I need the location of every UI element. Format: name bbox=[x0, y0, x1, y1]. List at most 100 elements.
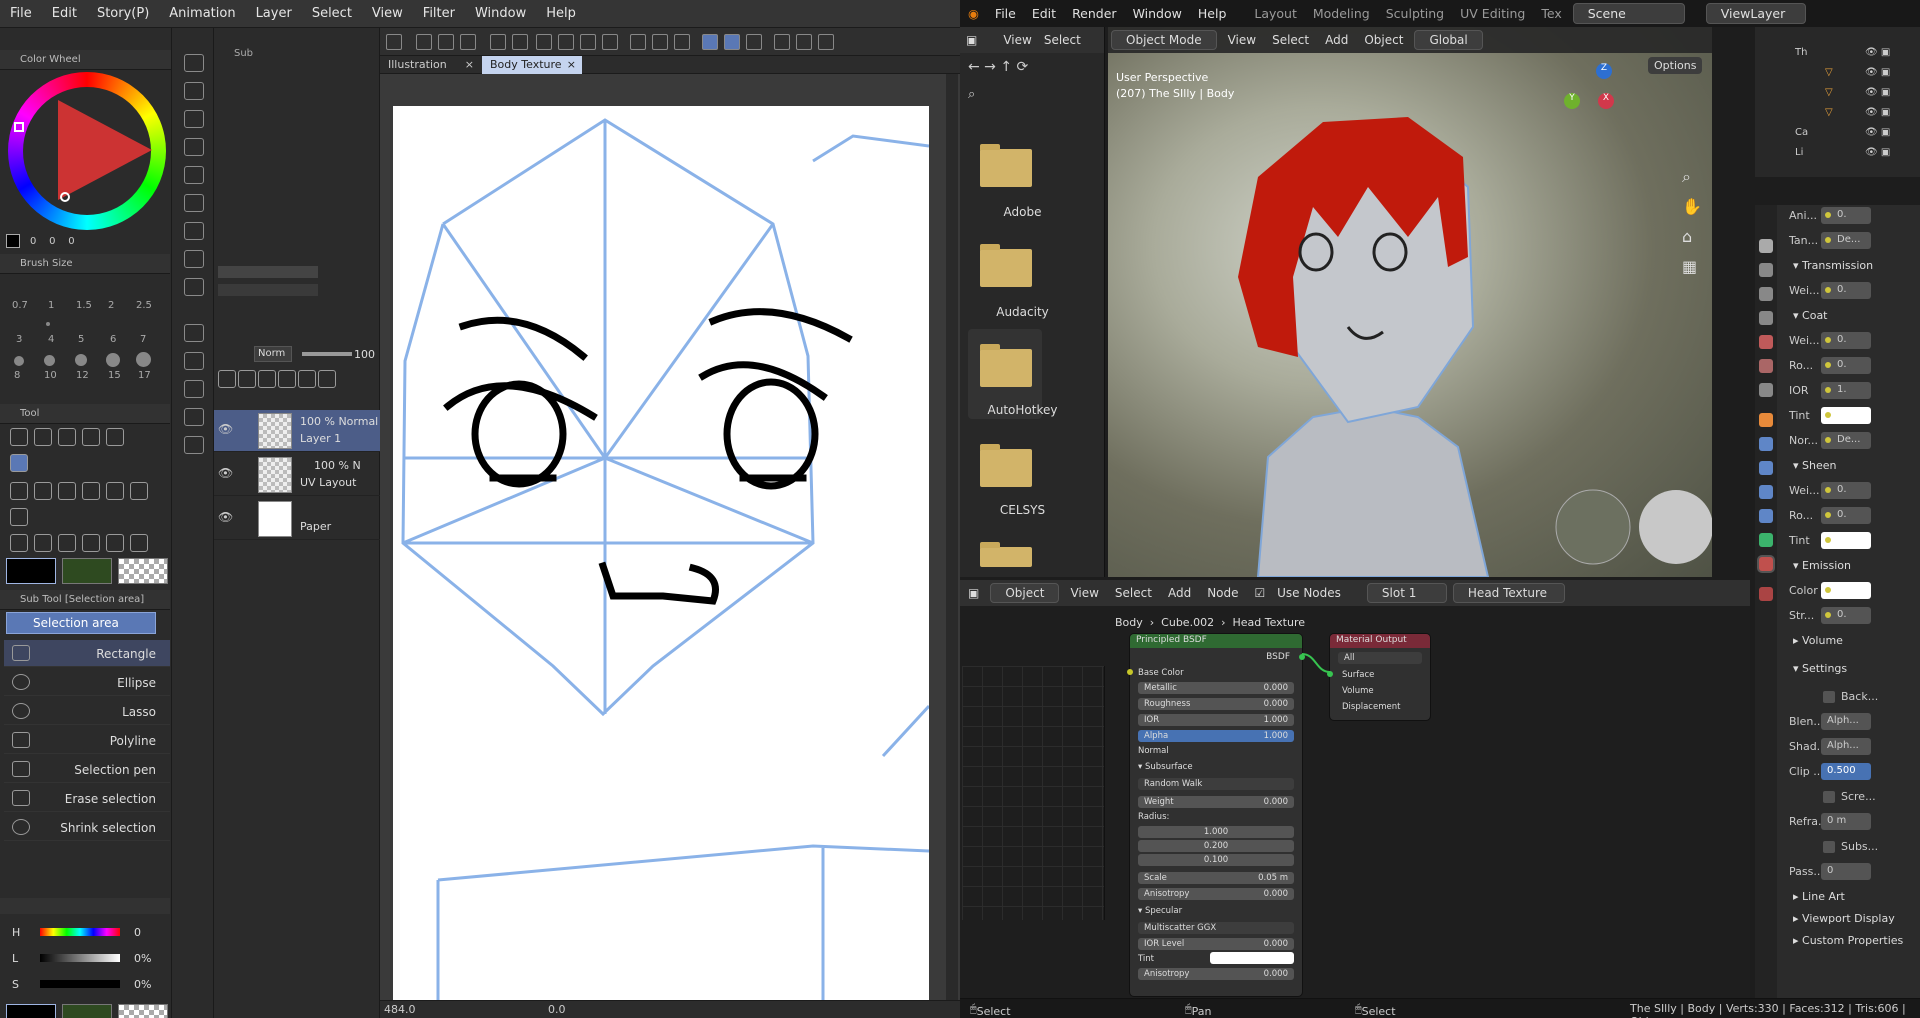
output-target-select[interactable]: All bbox=[1338, 652, 1422, 664]
settings-row[interactable]: Shad... Alph... bbox=[1781, 736, 1920, 758]
modifier-tab-icon[interactable] bbox=[1759, 437, 1773, 451]
workspace-uv-editing[interactable]: UV Editing bbox=[1452, 6, 1533, 21]
outliner-row[interactable]: Li 👁 ▣ bbox=[1755, 147, 1920, 165]
eye-icon[interactable]: 👁 bbox=[218, 466, 233, 480]
panel-transmission[interactable]: ▾ Transmission bbox=[1781, 259, 1920, 272]
roughness-field[interactable]: Roughness 0.000 bbox=[1138, 698, 1294, 710]
checkbox[interactable] bbox=[1823, 791, 1835, 803]
transform-icon[interactable] bbox=[602, 34, 618, 50]
breadcrumb-material[interactable]: Head Texture bbox=[1232, 616, 1305, 629]
principled-bsdf-node[interactable]: Principled BSDF BSDF Base Color Metallic… bbox=[1127, 634, 1305, 996]
metallic-field[interactable]: Metallic 0.000 bbox=[1138, 682, 1294, 694]
frame-tool-icon[interactable] bbox=[58, 534, 76, 552]
pen-tool-icon[interactable] bbox=[10, 482, 28, 500]
new-folder-icon[interactable] bbox=[258, 370, 276, 388]
world-tab-icon[interactable] bbox=[1759, 359, 1773, 373]
property-row[interactable]: Str... 0. bbox=[1781, 605, 1920, 627]
selection-tool-icon[interactable] bbox=[10, 454, 28, 472]
settings-row[interactable]: Back... bbox=[1781, 686, 1920, 708]
brush-size-dot[interactable] bbox=[14, 356, 24, 366]
property-row[interactable]: Wei... 0. bbox=[1781, 480, 1920, 502]
menu-help[interactable]: Help bbox=[536, 6, 586, 21]
collection-tab-icon[interactable] bbox=[1759, 383, 1773, 397]
hue-cursor[interactable] bbox=[14, 122, 24, 132]
new-vector-icon[interactable] bbox=[238, 370, 256, 388]
brush-size-label[interactable]: 8 bbox=[14, 370, 20, 381]
material-output-node[interactable]: Material Output All Surface Volume Displ… bbox=[1327, 634, 1430, 720]
physics-tab-icon[interactable] bbox=[1759, 485, 1773, 499]
weight-field[interactable]: Weight 0.000 bbox=[1138, 796, 1294, 808]
menu-file[interactable]: File bbox=[0, 6, 42, 21]
alpha-field[interactable]: Alpha 1.000 bbox=[1138, 730, 1294, 742]
material-3d-icon[interactable] bbox=[184, 352, 204, 370]
render-tab-icon[interactable] bbox=[1759, 263, 1773, 277]
settings-row[interactable]: Pass... 0 bbox=[1781, 861, 1920, 883]
camera-icon[interactable] bbox=[184, 408, 204, 426]
open-icon[interactable] bbox=[438, 34, 454, 50]
tab-illustration[interactable]: Illustration × bbox=[380, 56, 480, 74]
subsurface-method-select[interactable]: Random Walk bbox=[1138, 778, 1294, 790]
menu-view[interactable]: View bbox=[362, 6, 413, 21]
decoration-tool-icon[interactable] bbox=[106, 482, 124, 500]
layer-row-uv-layout[interactable]: 👁 100 % N UV Layout bbox=[214, 454, 380, 496]
sub-color-swatch-2[interactable] bbox=[62, 1004, 112, 1018]
editor-type-icon[interactable]: ▣ bbox=[960, 33, 983, 47]
checkbox[interactable] bbox=[1823, 841, 1835, 853]
brush-size-label[interactable]: 6 bbox=[110, 334, 116, 345]
folder-icon[interactable] bbox=[980, 344, 1032, 387]
folder-icon[interactable] bbox=[980, 444, 1032, 487]
eye-icon[interactable]: 👁 bbox=[218, 510, 233, 524]
mask-icon[interactable] bbox=[298, 370, 316, 388]
radius-y-field[interactable]: 0.200 bbox=[1138, 840, 1294, 852]
brush-tool-icon[interactable] bbox=[58, 482, 76, 500]
snap-grid-icon[interactable] bbox=[746, 34, 762, 50]
outliner-row[interactable]: ▽ 👁 ▣ bbox=[1755, 67, 1920, 85]
main-color-swatch[interactable] bbox=[6, 558, 56, 584]
setting-value[interactable]: 0.500 bbox=[1821, 763, 1871, 780]
info-icon[interactable] bbox=[184, 138, 204, 156]
snap-special-ruler-icon[interactable] bbox=[724, 34, 740, 50]
ne-menu-add[interactable]: Add bbox=[1160, 586, 1199, 600]
blender-logo-icon[interactable]: ◉ bbox=[960, 6, 987, 21]
layer-name[interactable]: Layer 1 bbox=[300, 432, 341, 445]
menu-filter[interactable]: Filter bbox=[413, 6, 465, 21]
radius-x-field[interactable]: 1.000 bbox=[1138, 826, 1294, 838]
layer-property-icon[interactable] bbox=[184, 82, 204, 100]
folder-name[interactable]: CELSYS bbox=[960, 503, 1085, 517]
panel-coat[interactable]: ▾ Coat bbox=[1781, 309, 1920, 322]
material-selector[interactable]: Head Texture bbox=[1452, 583, 1565, 603]
folder-icon[interactable] bbox=[980, 244, 1032, 287]
history-icon[interactable] bbox=[184, 250, 204, 268]
property-row[interactable]: Wei... 0. bbox=[1781, 330, 1920, 352]
new-canvas-icon[interactable] bbox=[416, 34, 432, 50]
transparent-color-swatch[interactable] bbox=[118, 558, 168, 584]
brush-size-label[interactable]: 17 bbox=[138, 370, 151, 381]
h-value[interactable]: 0 bbox=[134, 926, 141, 939]
color-cursor[interactable] bbox=[60, 192, 70, 202]
eyedropper-tool-icon[interactable] bbox=[106, 428, 124, 446]
anisotropy-field[interactable]: Anisotropy 0.000 bbox=[1138, 888, 1294, 900]
balloon-tool-icon[interactable] bbox=[130, 534, 148, 552]
menu-render[interactable]: Render bbox=[1064, 6, 1125, 21]
text-tool-icon[interactable] bbox=[106, 534, 124, 552]
property-row[interactable]: Tan... De... bbox=[1781, 230, 1920, 252]
node-title[interactable]: Principled BSDF bbox=[1130, 634, 1302, 648]
navigator-icon[interactable] bbox=[184, 54, 204, 72]
mini-main-color[interactable] bbox=[6, 234, 20, 248]
layer-row-paper[interactable]: 👁 Paper bbox=[214, 498, 380, 540]
layer-color-bar-2[interactable] bbox=[218, 284, 318, 296]
scale-field[interactable]: Scale 0.05 m bbox=[1138, 872, 1294, 884]
sub-tool-rectangle[interactable]: Rectangle bbox=[4, 640, 170, 667]
setting-value[interactable]: 0 m bbox=[1821, 813, 1871, 830]
view-layer-tab-icon[interactable] bbox=[1759, 311, 1773, 325]
layer-name[interactable]: Paper bbox=[300, 520, 331, 533]
fill-icon[interactable] bbox=[580, 34, 596, 50]
property-row[interactable]: IOR 1. bbox=[1781, 380, 1920, 402]
brush-size-dot[interactable] bbox=[46, 322, 50, 326]
constraints-tab-icon[interactable] bbox=[1759, 509, 1773, 523]
object-tool-icon[interactable] bbox=[82, 428, 100, 446]
lasso-tool-icon[interactable] bbox=[34, 428, 52, 446]
setting-value[interactable]: 0 bbox=[1821, 863, 1871, 880]
checkbox[interactable] bbox=[1823, 691, 1835, 703]
blend-tool-icon[interactable] bbox=[10, 508, 28, 526]
